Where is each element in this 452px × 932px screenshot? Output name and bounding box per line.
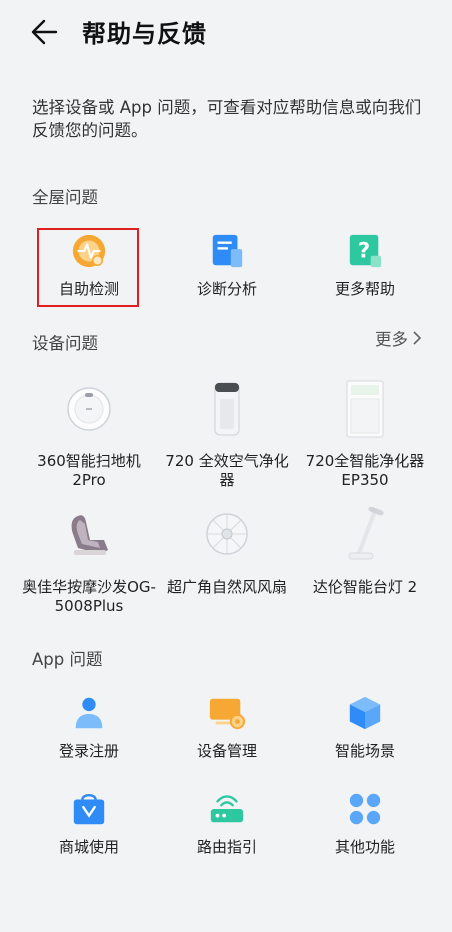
app-item-label: 登录注册 bbox=[58, 742, 119, 760]
app-grid-row2: 商城使用 路由指引 其他功能 bbox=[20, 790, 434, 857]
device-label: 720全智能净化器EP350 bbox=[305, 452, 425, 489]
device-item-massage-chair[interactable]: 奥佳华按摩沙发OG-5008Plus bbox=[20, 500, 158, 616]
device-item-air-purifier[interactable]: 720 全效空气净化器 bbox=[158, 374, 296, 490]
device-item-desk-lamp[interactable]: 达伦智能台灯 2 bbox=[296, 500, 434, 616]
diagnosis-icon bbox=[212, 234, 243, 268]
app-item-label: 智能场景 bbox=[334, 742, 395, 760]
device-label: 达伦智能台灯 2 bbox=[312, 578, 418, 596]
diagnosis-label: 诊断分析 bbox=[196, 280, 257, 298]
device-grid-row1: 360智能扫地机2Pro 720 全效空气净化器 720全智能净化器EP350 bbox=[20, 374, 434, 490]
smart-scene-icon bbox=[349, 696, 381, 730]
app-item-device-manage[interactable]: 设备管理 bbox=[158, 694, 296, 761]
more-help-label: 更多帮助 bbox=[334, 280, 395, 298]
device-item-purifier-ep350[interactable]: 720全智能净化器EP350 bbox=[296, 374, 434, 490]
device-item-fan[interactable]: 超广角自然风风扇 bbox=[158, 500, 296, 616]
app-item-label: 其他功能 bbox=[334, 838, 395, 856]
app-item-login[interactable]: 登录注册 bbox=[20, 694, 158, 761]
app-item-shopping[interactable]: 商城使用 bbox=[20, 790, 158, 857]
device-more-label: 更多 bbox=[375, 330, 408, 349]
device-label: 超广角自然风风扇 bbox=[166, 578, 287, 596]
section-label-device: 设备问题 bbox=[32, 334, 98, 353]
diagnosis-button[interactable]: 诊断分析 bbox=[158, 232, 296, 299]
purifier-ep350-icon bbox=[346, 380, 384, 438]
login-user-icon bbox=[75, 697, 103, 729]
device-grid-row2: 奥佳华按摩沙发OG-5008Plus 超广角自然风风扇 达伦智能台灯 2 bbox=[20, 500, 434, 616]
device-manage-icon bbox=[209, 698, 246, 730]
robot-vacuum-icon bbox=[67, 387, 111, 431]
header: 帮助与反馈 bbox=[0, 0, 452, 66]
app-item-label: 商城使用 bbox=[58, 838, 119, 856]
device-label: 360智能扫地机2Pro bbox=[37, 452, 141, 489]
shopping-bag-icon bbox=[73, 794, 105, 825]
device-item-robot-vacuum[interactable]: 360智能扫地机2Pro bbox=[20, 374, 158, 490]
section-label-whole-house: 全屋问题 bbox=[32, 188, 98, 207]
back-arrow-icon[interactable] bbox=[28, 16, 64, 48]
massage-chair-icon bbox=[71, 515, 108, 555]
router-icon bbox=[210, 795, 244, 823]
app-item-router[interactable]: 路由指引 bbox=[158, 790, 296, 857]
chevron-right-icon bbox=[413, 331, 422, 345]
desk-lamp-icon bbox=[348, 507, 384, 560]
device-label: 奥佳华按摩沙发OG-5008Plus bbox=[22, 578, 156, 615]
section-label-app: App 问题 bbox=[32, 650, 103, 669]
device-more-link[interactable]: 更多 bbox=[375, 326, 422, 350]
app-item-smart-scene[interactable]: 智能场景 bbox=[296, 694, 434, 761]
selection-highlight bbox=[37, 228, 139, 307]
svg-text:?: ? bbox=[358, 239, 370, 263]
more-help-button[interactable]: ? 更多帮助 bbox=[296, 232, 434, 299]
fan-icon bbox=[206, 513, 248, 555]
intro-text: 选择设备或 App 问题，可查看对应帮助信息或向我们反馈您的问题。 bbox=[32, 98, 422, 140]
other-functions-icon bbox=[349, 793, 381, 825]
app-grid-row1: 登录注册 设备管理 智能场景 bbox=[20, 694, 434, 761]
more-help-icon: ? bbox=[349, 234, 382, 268]
app-item-label: 设备管理 bbox=[196, 742, 257, 760]
page-title: 帮助与反馈 bbox=[82, 20, 207, 48]
device-label: 720 全效空气净化器 bbox=[165, 452, 289, 489]
app-item-label: 路由指引 bbox=[196, 838, 257, 856]
air-purifier-icon bbox=[214, 382, 240, 436]
app-item-other[interactable]: 其他功能 bbox=[296, 790, 434, 857]
